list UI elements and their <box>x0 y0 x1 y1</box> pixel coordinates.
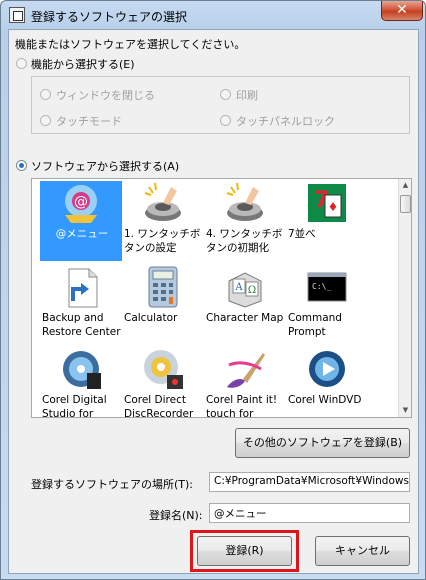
software-item-label: 1. ワンタッチボタンの設定 <box>124 228 201 254</box>
software-item-label: Corel WinDVD <box>288 394 362 406</box>
location-field[interactable]: C:¥ProgramData¥Microsoft¥Windows¥Sta <box>209 472 410 492</box>
software-item-label: Corel Direct DiscRecorder <box>124 394 194 418</box>
function-item-radio[interactable] <box>220 115 231 126</box>
disc-recorder-icon <box>141 347 185 391</box>
vertical-scrollbar[interactable]: ▲ ▼ <box>398 179 411 417</box>
location-label: 登録するソフトウェアの場所(T): <box>31 478 194 491</box>
function-item-touch-panel-lock[interactable]: タッチパネルロック <box>236 113 335 129</box>
software-item-label: 4. ワンタッチボタンの初期化 <box>206 228 283 254</box>
software-item[interactable]: @ @メニュー <box>40 181 122 261</box>
software-item-label: Calculator <box>124 312 178 324</box>
software-item-label: Character Map <box>206 312 284 324</box>
command-prompt-icon: C:\_ <box>305 265 349 309</box>
software-item-label: Corel Paint it! touch for FUJITSU <box>206 394 278 418</box>
function-group: ウィンドウを閉じる 印刷 タッチモード タッチパネルロック <box>31 76 410 134</box>
function-item-radio[interactable] <box>40 89 51 100</box>
function-item-radio[interactable] <box>220 89 231 100</box>
one-touch-button-icon <box>141 181 185 225</box>
software-item-label: Command Prompt <box>288 312 342 338</box>
scroll-down-arrow-icon[interactable]: ▼ <box>399 404 411 417</box>
dialog-window: 登録するソフトウェアの選択 ✕ 機能またはソフトウェアを選択してください。 機能… <box>0 0 426 580</box>
windvd-icon <box>305 347 349 391</box>
window-title: 登録するソフトウェアの選択 <box>31 10 188 24</box>
software-item[interactable]: Corel WinDVD <box>286 347 368 417</box>
paint-brush-icon <box>223 347 267 391</box>
name-field[interactable]: @メニュー <box>209 503 410 523</box>
software-item[interactable]: 7 ♦ 7並べ <box>286 181 368 259</box>
software-item[interactable]: Backup and Restore Center <box>40 265 122 343</box>
calculator-icon <box>141 265 185 309</box>
software-list[interactable]: @ @メニュー 1. ワンタッチボタンの設定 4. ワンタッチボタンの初期化 7 ♦ 7並べ… <box>31 178 412 418</box>
close-button[interactable]: ✕ <box>381 1 423 21</box>
software-item-label: Backup and Restore Center <box>42 312 121 338</box>
svg-text:A: A <box>234 282 243 293</box>
software-item-label: @メニュー <box>55 228 109 240</box>
software-item[interactable]: 4. ワンタッチボタンの初期化 <box>204 181 286 259</box>
function-item-print[interactable]: 印刷 <box>236 87 258 103</box>
function-radio[interactable] <box>16 58 27 69</box>
svg-text:Ω: Ω <box>248 285 256 296</box>
software-item[interactable]: Calculator <box>122 265 204 343</box>
backup-icon <box>59 265 103 309</box>
cancel-button[interactable]: キャンセル <box>315 536 410 566</box>
function-item-close-window[interactable]: ウィンドウを閉じる <box>56 87 155 103</box>
software-item[interactable]: Corel Digital Studio for FUJITSU <box>40 347 122 418</box>
svg-text:C:\_: C:\_ <box>312 282 331 291</box>
dvd-disc-icon <box>59 347 103 391</box>
function-radio-label[interactable]: 機能から選択する(E) <box>31 56 135 72</box>
function-item-touch-mode[interactable]: タッチモード <box>56 113 122 129</box>
software-radio[interactable] <box>16 160 27 171</box>
one-touch-button-icon <box>223 181 267 225</box>
register-other-software-button[interactable]: その他のソフトウェアを登録(B) <box>235 428 410 458</box>
name-label: 登録名(N): <box>149 509 203 522</box>
card-game-icon: 7 ♦ <box>305 181 349 225</box>
svg-text:♦: ♦ <box>328 200 339 214</box>
software-item[interactable]: C:\_ Command Prompt <box>286 265 368 343</box>
title-bar[interactable]: 登録するソフトウェアの選択 ✕ <box>1 1 425 29</box>
scroll-up-arrow-icon[interactable]: ▲ <box>399 179 411 192</box>
instruction-text: 機能またはソフトウェアを選択してください。 <box>15 38 246 51</box>
software-item[interactable]: Corel Paint it! touch for FUJITSU <box>204 347 286 418</box>
dialog-body: 機能またはソフトウェアを選択してください。 機能から選択する(E) ウィンドウを… <box>8 29 419 574</box>
software-item[interactable]: Corel Direct DiscRecorder <box>122 347 204 418</box>
scroll-thumb[interactable] <box>400 195 411 213</box>
software-item-label: Corel Digital Studio for FUJITSU <box>42 394 107 418</box>
at-menu-icon: @ <box>59 181 103 225</box>
software-item[interactable]: 1. ワンタッチボタンの設定 <box>122 181 204 259</box>
svg-text:@: @ <box>74 194 88 210</box>
software-item-label: 7並べ <box>288 228 316 240</box>
app-icon <box>9 7 25 23</box>
software-radio-label[interactable]: ソフトウェアから選択する(A) <box>31 158 179 174</box>
character-map-icon: AΩ <box>223 265 267 309</box>
register-button[interactable]: 登録(R) <box>197 536 292 566</box>
software-item[interactable]: A Ω Character Map <box>204 265 286 343</box>
function-item-radio[interactable] <box>40 115 51 126</box>
